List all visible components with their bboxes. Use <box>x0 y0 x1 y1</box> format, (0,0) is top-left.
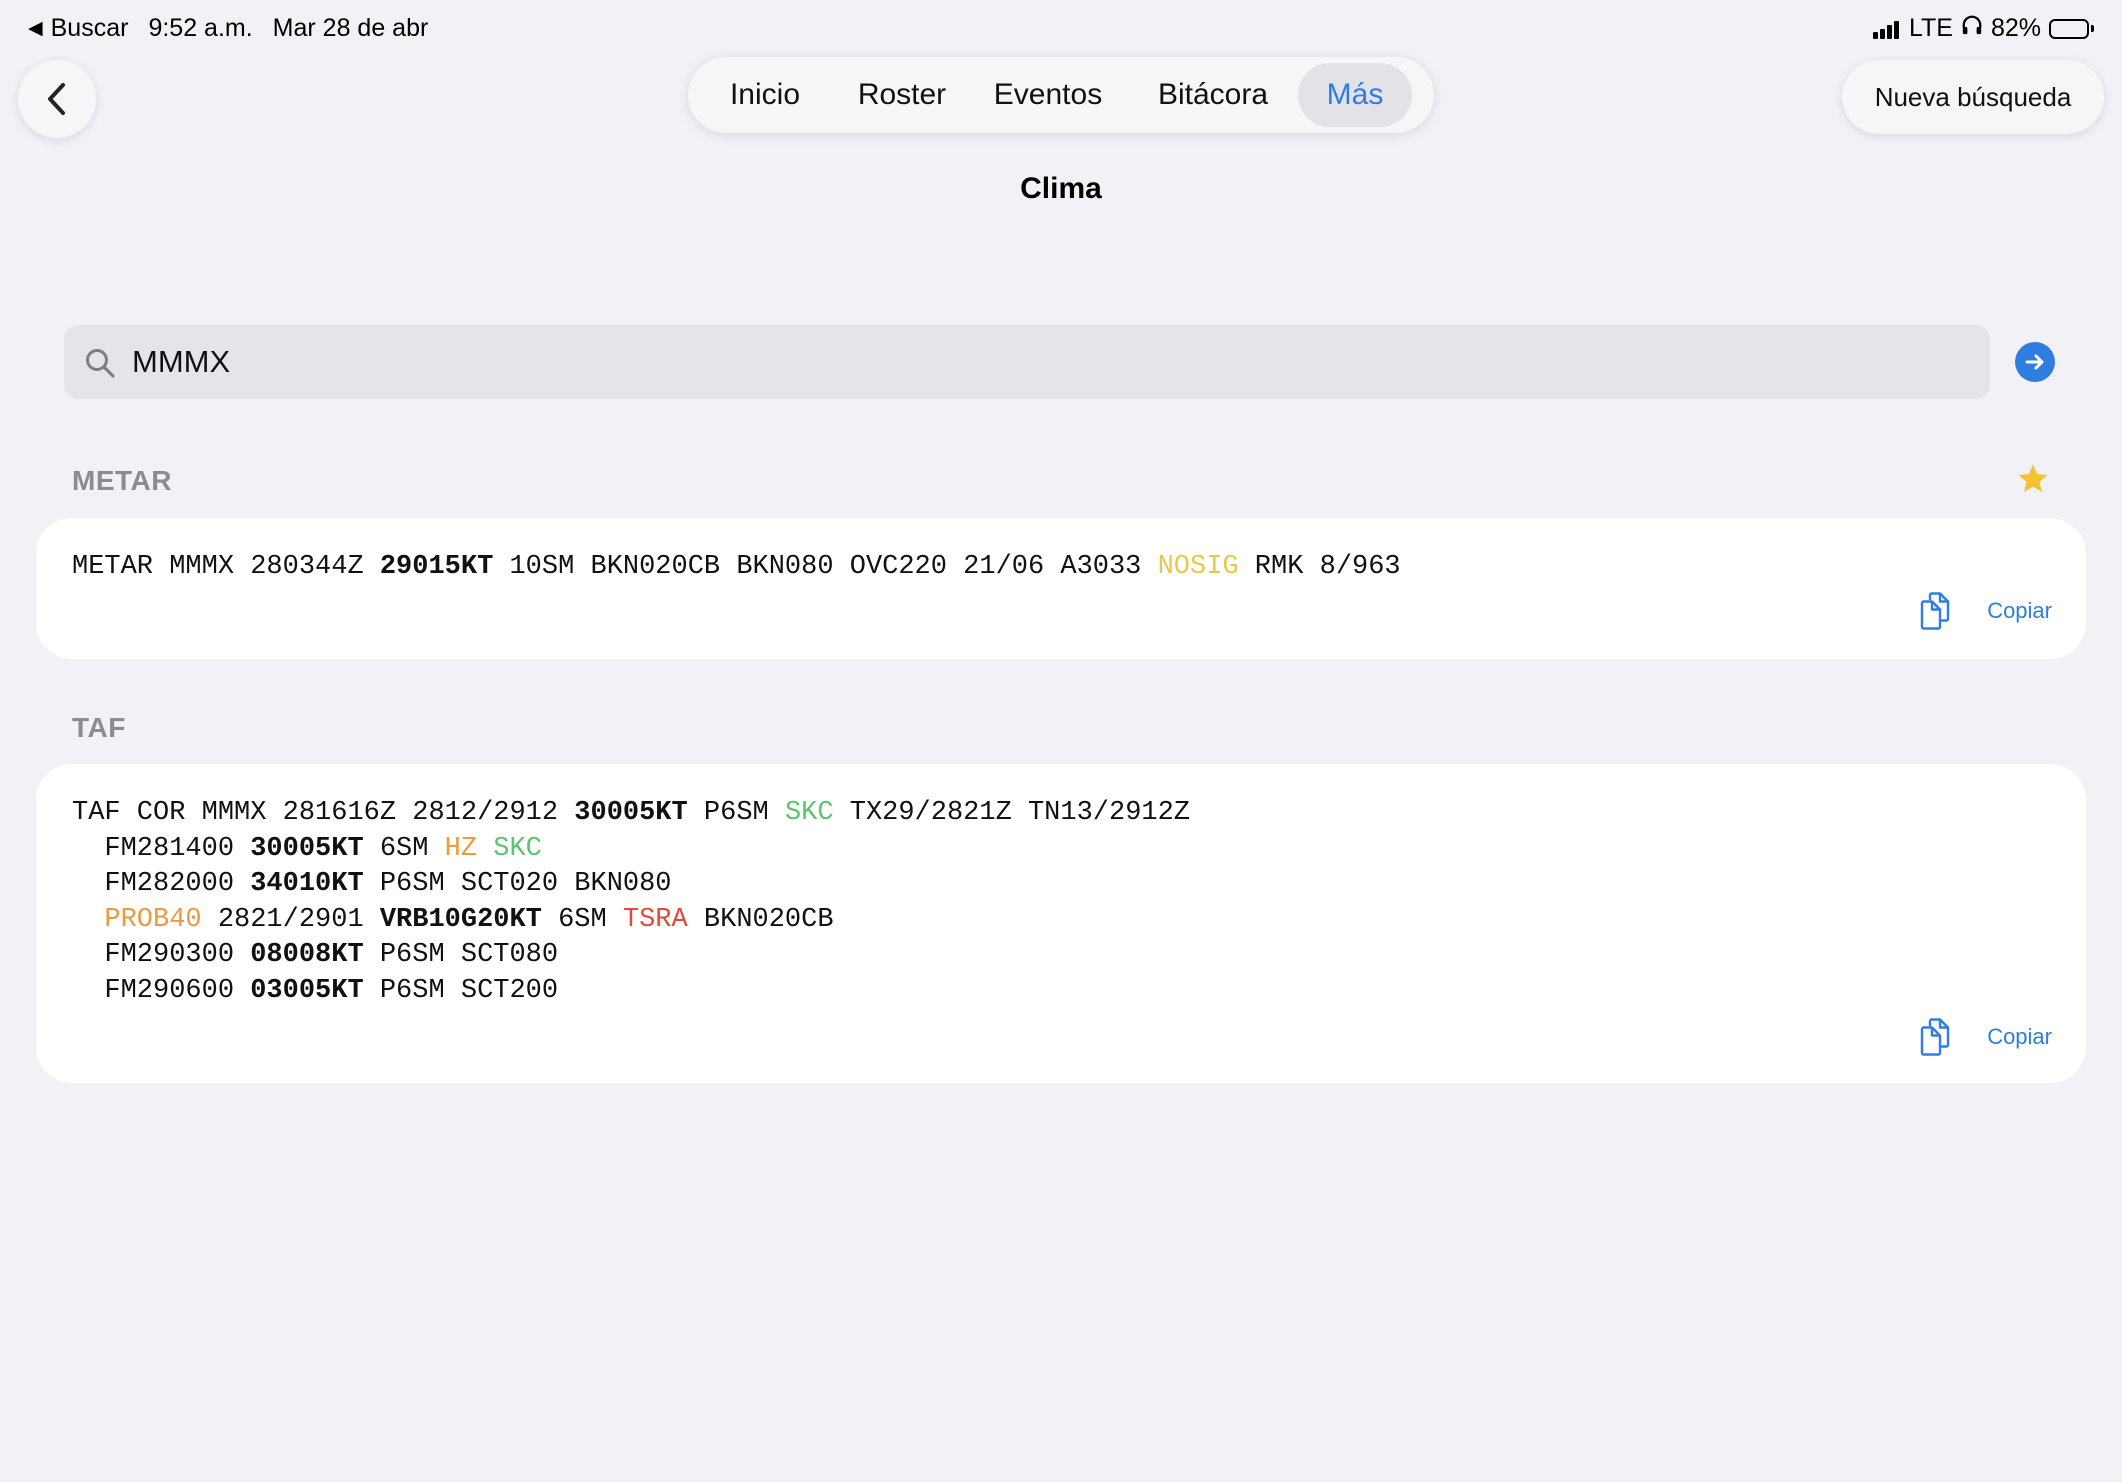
taf-token: P6SM SCT020 BKN080 <box>363 869 672 899</box>
tab-bitacora[interactable]: Bitácora <box>1128 63 1298 127</box>
taf-token: 34010KT <box>250 869 364 899</box>
taf-token: 2821/2901 <box>201 904 380 935</box>
status-bar-right: LTE 82% <box>1865 14 2094 43</box>
tab-bar: Inicio Roster Eventos Bitácora Más <box>688 57 1434 133</box>
chevron-left-icon <box>48 83 65 115</box>
metar-token: RMK 8/963 <box>1238 552 1401 582</box>
taf-token <box>72 905 104 935</box>
metar-token: NOSIG <box>1157 552 1239 582</box>
taf-token: 30005KT <box>574 798 688 828</box>
metar-token: 10SM BKN020CB BKN080 OVC220 21/06 A3033 <box>493 552 1158 582</box>
taf-token: PROB40 <box>104 904 202 935</box>
taf-section-label: TAF <box>72 712 126 743</box>
taf-token: TX29/2821Z TN13/2912Z <box>833 798 1191 828</box>
taf-token: FM290600 <box>72 975 251 1006</box>
copy-document-icon <box>1920 592 1950 630</box>
tab-mas[interactable]: Más <box>1298 63 1412 127</box>
taf-token: TSRA <box>622 904 688 935</box>
taf-token: 30005KT <box>250 833 364 864</box>
taf-report: TAF COR MMMX 281616Z 2812/2912 30005KT P… <box>72 796 1190 1009</box>
taf-token: FM290300 <box>72 940 251 970</box>
metar-token: 29015KT <box>379 552 494 582</box>
go-button[interactable] <box>2015 342 2055 382</box>
taf-token: 6SM <box>541 904 623 935</box>
metar-copy-button[interactable]: Copiar <box>1919 592 2052 630</box>
taf-token: P6SM SCT200 <box>363 975 559 1006</box>
headphones-icon <box>1961 14 1983 43</box>
star-icon[interactable] <box>2016 462 2050 496</box>
taf-copy-label[interactable]: Copiar <box>1987 1024 2052 1050</box>
taf-token: SKC <box>784 798 834 828</box>
magnifier-icon <box>86 349 115 378</box>
tab-inicio[interactable]: Inicio <box>694 63 836 127</box>
taf-copy-button[interactable]: Copiar <box>1919 1018 2052 1056</box>
taf-token: P6SM SCT080 <box>363 940 559 970</box>
taf-token: 08008KT <box>250 940 364 970</box>
taf-token: VRB10G20KT <box>379 904 542 935</box>
taf-token: FM282000 <box>72 869 251 899</box>
taf-token: 6SM <box>363 833 445 864</box>
taf-token: TAF COR MMMX 281616Z 2812/2912 <box>72 798 575 828</box>
search-input[interactable] <box>132 325 1932 399</box>
metar-report: METAR MMMX 280344Z 29015KT 10SM BKN020CB… <box>72 550 1401 586</box>
taf-token: BKN020CB <box>687 904 834 935</box>
taf-token: HZ <box>444 833 478 864</box>
metar-section-label: METAR <box>72 465 172 496</box>
back-to-app-icon[interactable]: ◀ <box>28 17 43 40</box>
new-search-button[interactable]: Nueva búsqueda <box>1842 60 2104 134</box>
page-title: Clima <box>1020 172 1102 205</box>
tab-roster[interactable]: Roster <box>836 63 968 127</box>
battery-percent: 82% <box>1990 14 2041 42</box>
status-date: Mar 28 de abr <box>272 14 429 42</box>
metar-card: METAR MMMX 280344Z 29015KT 10SM BKN020CB… <box>36 518 2086 659</box>
taf-token: FM281400 <box>72 833 251 864</box>
tab-eventos[interactable]: Eventos <box>968 63 1128 127</box>
taf-card: TAF COR MMMX 281616Z 2812/2912 30005KT P… <box>36 764 2086 1083</box>
cellular-signal-icon <box>1872 19 1901 39</box>
network-type: LTE <box>1908 14 1953 42</box>
battery-icon <box>2049 18 2094 39</box>
back-button[interactable] <box>18 60 96 138</box>
metar-copy-label[interactable]: Copiar <box>1987 598 2052 624</box>
taf-token: P6SM <box>687 798 785 828</box>
back-to-app-label[interactable]: Buscar <box>51 14 129 43</box>
copy-document-icon <box>1920 1018 1950 1056</box>
status-bar-left: ◀ Buscar 9:52 a.m. Mar 28 de abr <box>28 14 448 43</box>
taf-token: 03005KT <box>250 975 364 1006</box>
taf-token <box>477 834 493 864</box>
status-time: 9:52 a.m. <box>148 14 253 42</box>
taf-token: SKC <box>493 833 542 864</box>
status-bar: ◀ Buscar 9:52 a.m. Mar 28 de abr LTE 82% <box>28 10 2094 50</box>
metar-token: METAR MMMX 280344Z <box>72 552 380 582</box>
search-bar[interactable] <box>64 325 1990 399</box>
arrow-right-circle-icon <box>2025 354 2044 370</box>
